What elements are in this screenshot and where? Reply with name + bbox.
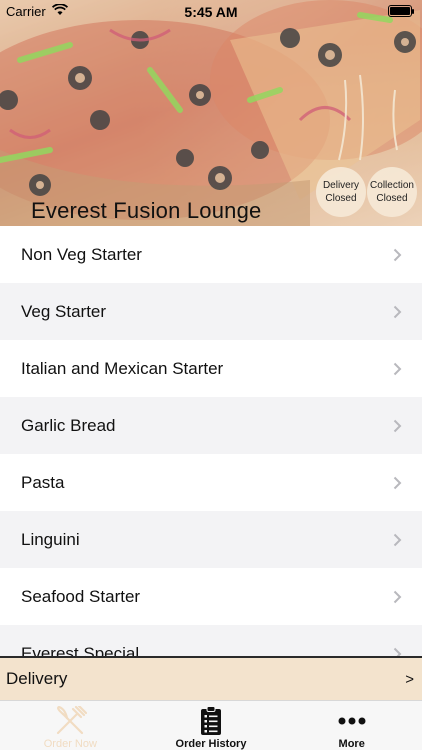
fork-knife-icon — [57, 706, 88, 735]
menu-item-label: Garlic Bread — [21, 415, 116, 435]
badge-line: Collection — [370, 180, 414, 191]
delivery-mode-label: Delivery — [6, 669, 68, 688]
chevron-right-icon: > — [405, 670, 414, 688]
chevron-right-icon — [393, 533, 402, 546]
menu-item-non-veg-starter[interactable]: Non Veg Starter — [0, 226, 422, 283]
chevron-right-icon — [393, 419, 402, 432]
menu-item-italian-mexican-starter[interactable]: Italian and Mexican Starter — [0, 340, 422, 397]
tab-label: Order History — [175, 738, 247, 750]
menu-item-linguini[interactable]: Linguini — [0, 511, 422, 568]
chevron-right-icon — [393, 362, 402, 375]
tab-label: Order Now — [43, 738, 97, 750]
tab-bar: Order Now Order History More — [0, 700, 422, 750]
menu-item-label: Pasta — [21, 472, 65, 492]
tab-order-now[interactable]: Order Now — [0, 701, 141, 750]
battery-icon — [388, 5, 414, 17]
tab-order-history[interactable]: Order History — [141, 701, 282, 750]
badge-line: Closed — [376, 193, 408, 204]
delivery-mode-bar[interactable]: Delivery > — [0, 656, 422, 700]
tab-label: More — [338, 738, 365, 750]
chevron-right-icon — [393, 647, 402, 656]
menu-item-pasta[interactable]: Pasta — [0, 454, 422, 511]
status-bar: Carrier 5:45 AM — [0, 0, 422, 22]
menu-item-label: Linguini — [21, 529, 80, 549]
badge-line: Delivery — [322, 180, 360, 191]
chevron-right-icon — [393, 476, 402, 489]
restaurant-name: Everest Fusion Lounge — [31, 198, 262, 223]
chevron-right-icon — [393, 248, 402, 261]
menu-item-label: Everest Special — [21, 643, 140, 657]
menu-item-everest-special[interactable]: Everest Special — [0, 625, 422, 656]
ellipsis-icon — [338, 717, 366, 725]
menu-category-list[interactable]: Non Veg Starter Veg Starter Italian and … — [0, 226, 422, 656]
menu-item-label: Veg Starter — [21, 301, 107, 321]
menu-item-seafood-starter[interactable]: Seafood Starter — [0, 568, 422, 625]
menu-item-label: Seafood Starter — [21, 586, 141, 606]
badge-line: Closed — [325, 193, 357, 204]
menu-item-label: Italian and Mexican Starter — [21, 358, 224, 378]
chevron-right-icon — [393, 590, 402, 603]
chevron-right-icon — [393, 305, 402, 318]
clock: 5:45 AM — [184, 4, 238, 20]
clipboard-list-icon — [201, 706, 221, 735]
collection-status-badge: Collection Closed — [367, 167, 417, 217]
delivery-status-badge: Delivery Closed — [316, 167, 366, 217]
menu-item-veg-starter[interactable]: Veg Starter — [0, 283, 422, 340]
tab-more[interactable]: More — [281, 701, 422, 750]
menu-item-label: Non Veg Starter — [21, 244, 142, 264]
menu-item-garlic-bread[interactable]: Garlic Bread — [0, 397, 422, 454]
